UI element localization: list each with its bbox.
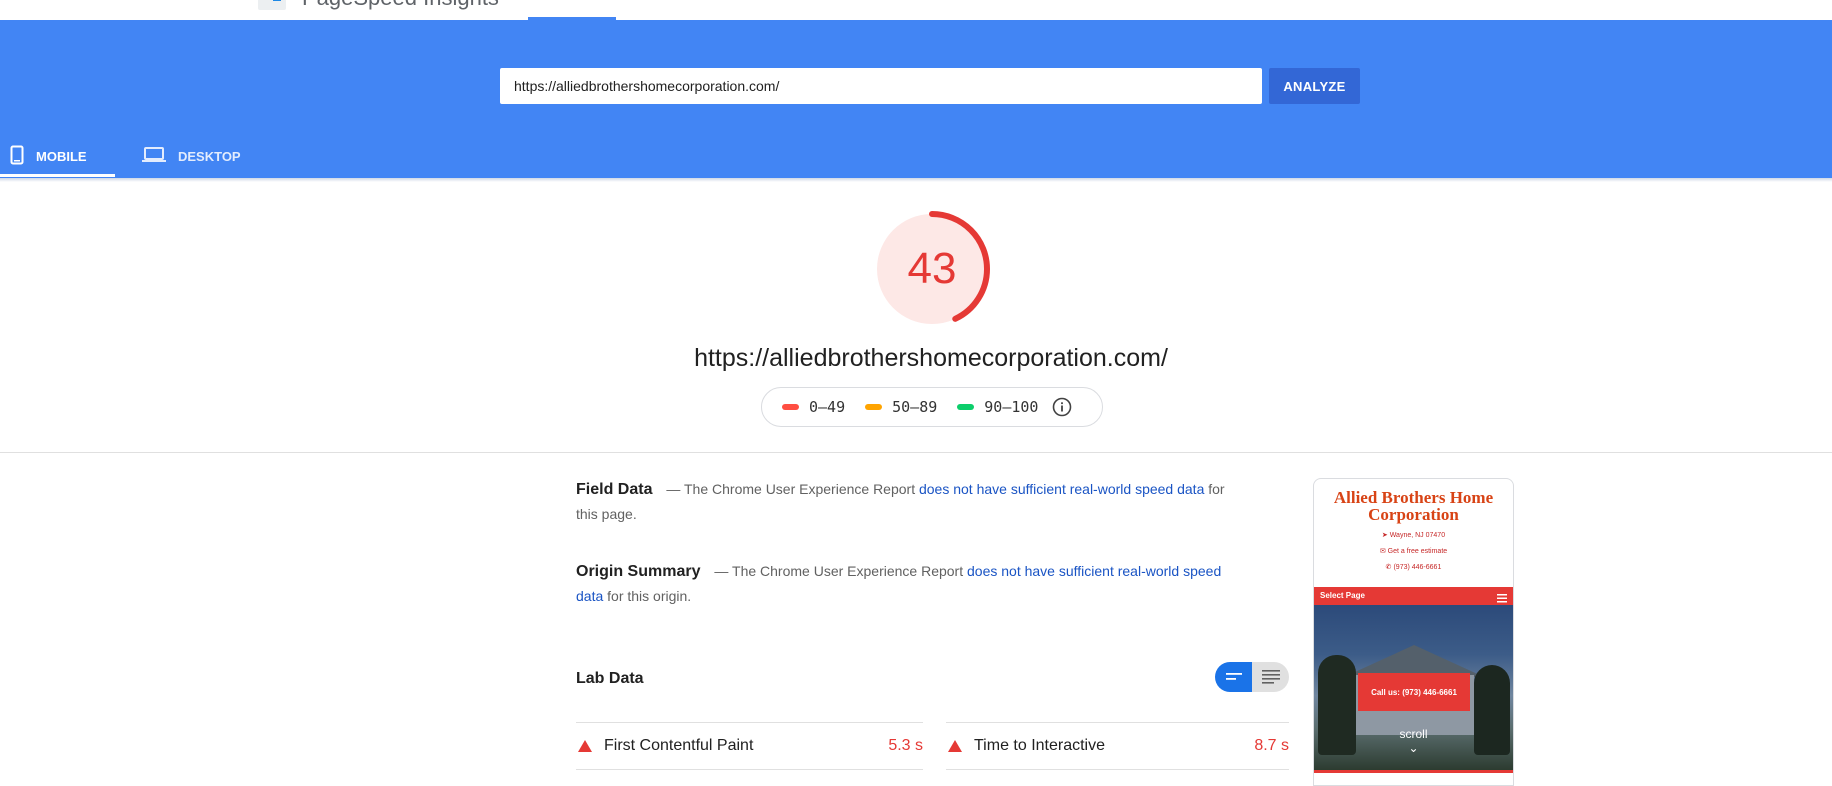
metrics-view-toggle[interactable] xyxy=(1215,662,1289,692)
thumbnail-nav-label: Select Page xyxy=(1320,591,1365,600)
fail-triangle-icon xyxy=(948,740,962,752)
legend-range: 90–100 xyxy=(984,398,1039,416)
thumbnail-phone: ✆ (973) 446-6661 xyxy=(1314,563,1513,571)
analysis-header: ANALYZE MOBILE DESKTOP xyxy=(0,20,1832,178)
tested-url: https://alliedbrothershomecorporation.co… xyxy=(694,344,1168,372)
metric-time-to-interactive: Time to Interactive 8.7 s xyxy=(946,722,1289,770)
expanded-view-icon[interactable] xyxy=(1252,662,1289,692)
origin-summary-title: Origin Summary xyxy=(576,563,701,580)
performance-score-value: 43 xyxy=(907,244,957,293)
compact-view-icon[interactable] xyxy=(1215,662,1252,692)
metric-value: 8.7 s xyxy=(1254,737,1289,754)
legend-range: 50–89 xyxy=(892,398,938,416)
thumbnail-nav-bar: Select Page xyxy=(1314,587,1513,605)
laptop-icon xyxy=(142,146,166,166)
thumbnail-bottom-bar xyxy=(1314,770,1513,773)
tab-mobile-label: MOBILE xyxy=(36,148,87,164)
final-screenshot-thumbnail: Allied Brothers Home Corporation ➤ Wayne… xyxy=(1313,478,1514,786)
thumbnail-location-text: Wayne, NJ 07470 xyxy=(1389,532,1446,539)
tab-mobile[interactable]: MOBILE xyxy=(10,134,115,178)
field-data-link[interactable]: does not have sufficient real-world spee… xyxy=(919,481,1204,497)
metric-value: 5.3 s xyxy=(888,737,923,754)
legend-range: 0–49 xyxy=(809,398,846,416)
mail-icon: ✉ xyxy=(1379,548,1388,555)
url-input[interactable] xyxy=(500,68,1262,104)
metric-first-contentful-paint: First Contentful Paint 5.3 s xyxy=(576,722,923,770)
thumbnail-site-title: Allied Brothers Home Corporation xyxy=(1333,488,1494,524)
info-icon[interactable] xyxy=(1052,397,1072,417)
field-data-title: Field Data xyxy=(576,481,653,498)
header-shadow xyxy=(0,178,1832,182)
thumbnail-location: ➤ Wayne, NJ 07470 xyxy=(1314,531,1513,539)
thumbnail-estimate: ✉ Get a free estimate xyxy=(1314,547,1513,555)
lab-data-title: Lab Data xyxy=(576,670,644,687)
thumbnail-scroll-text: scroll xyxy=(1399,727,1428,741)
field-data-prefix: — The Chrome User Experience Report xyxy=(666,481,916,497)
thumbnail-hero-image: Call us: (973) 446-6661 scroll ⌄ xyxy=(1314,605,1513,770)
metric-name: First Contentful Paint xyxy=(604,737,754,754)
top-app-bar: PageSpeed Insights xyxy=(0,0,1832,20)
location-arrow-icon: ➤ xyxy=(1381,532,1390,539)
score-legend: 0–49 50–89 90–100 xyxy=(761,387,1103,427)
tab-desktop-label: DESKTOP xyxy=(178,148,241,164)
legend-swatch xyxy=(957,404,975,410)
origin-summary-section: Origin Summary — The Chrome User Experie… xyxy=(576,559,1236,608)
metric-name: Time to Interactive xyxy=(974,737,1106,754)
thumbnail-call-button: Call us: (973) 446-6661 xyxy=(1358,673,1470,711)
app-name: PageSpeed Insights xyxy=(302,0,499,11)
origin-summary-suffix: for this origin. xyxy=(607,588,692,604)
legend-item-average: 50–89 xyxy=(865,398,937,416)
field-data-section: Field Data — The Chrome User Experience … xyxy=(576,477,1236,526)
fail-triangle-icon xyxy=(578,740,592,752)
active-tab-indicator xyxy=(0,174,115,177)
chevron-down-icon: ⌄ xyxy=(1408,741,1419,755)
tab-desktop[interactable]: DESKTOP xyxy=(142,134,262,178)
thumbnail-scroll-hint: scroll ⌄ xyxy=(1314,727,1513,755)
origin-summary-prefix: — The Chrome User Experience Report xyxy=(714,563,964,579)
analyze-button[interactable]: ANALYZE xyxy=(1269,68,1360,104)
thumbnail-phone-text: (973) 446-6661 xyxy=(1393,564,1442,571)
legend-swatch xyxy=(782,404,799,410)
legend-item-fail: 0–49 xyxy=(782,398,845,416)
pagespeed-logo-icon xyxy=(258,0,286,10)
legend-swatch xyxy=(865,404,883,410)
smartphone-icon xyxy=(10,145,24,168)
section-divider xyxy=(0,452,1832,453)
legend-item-pass: 90–100 xyxy=(957,398,1038,416)
thumbnail-estimate-text: Get a free estimate xyxy=(1387,548,1448,555)
